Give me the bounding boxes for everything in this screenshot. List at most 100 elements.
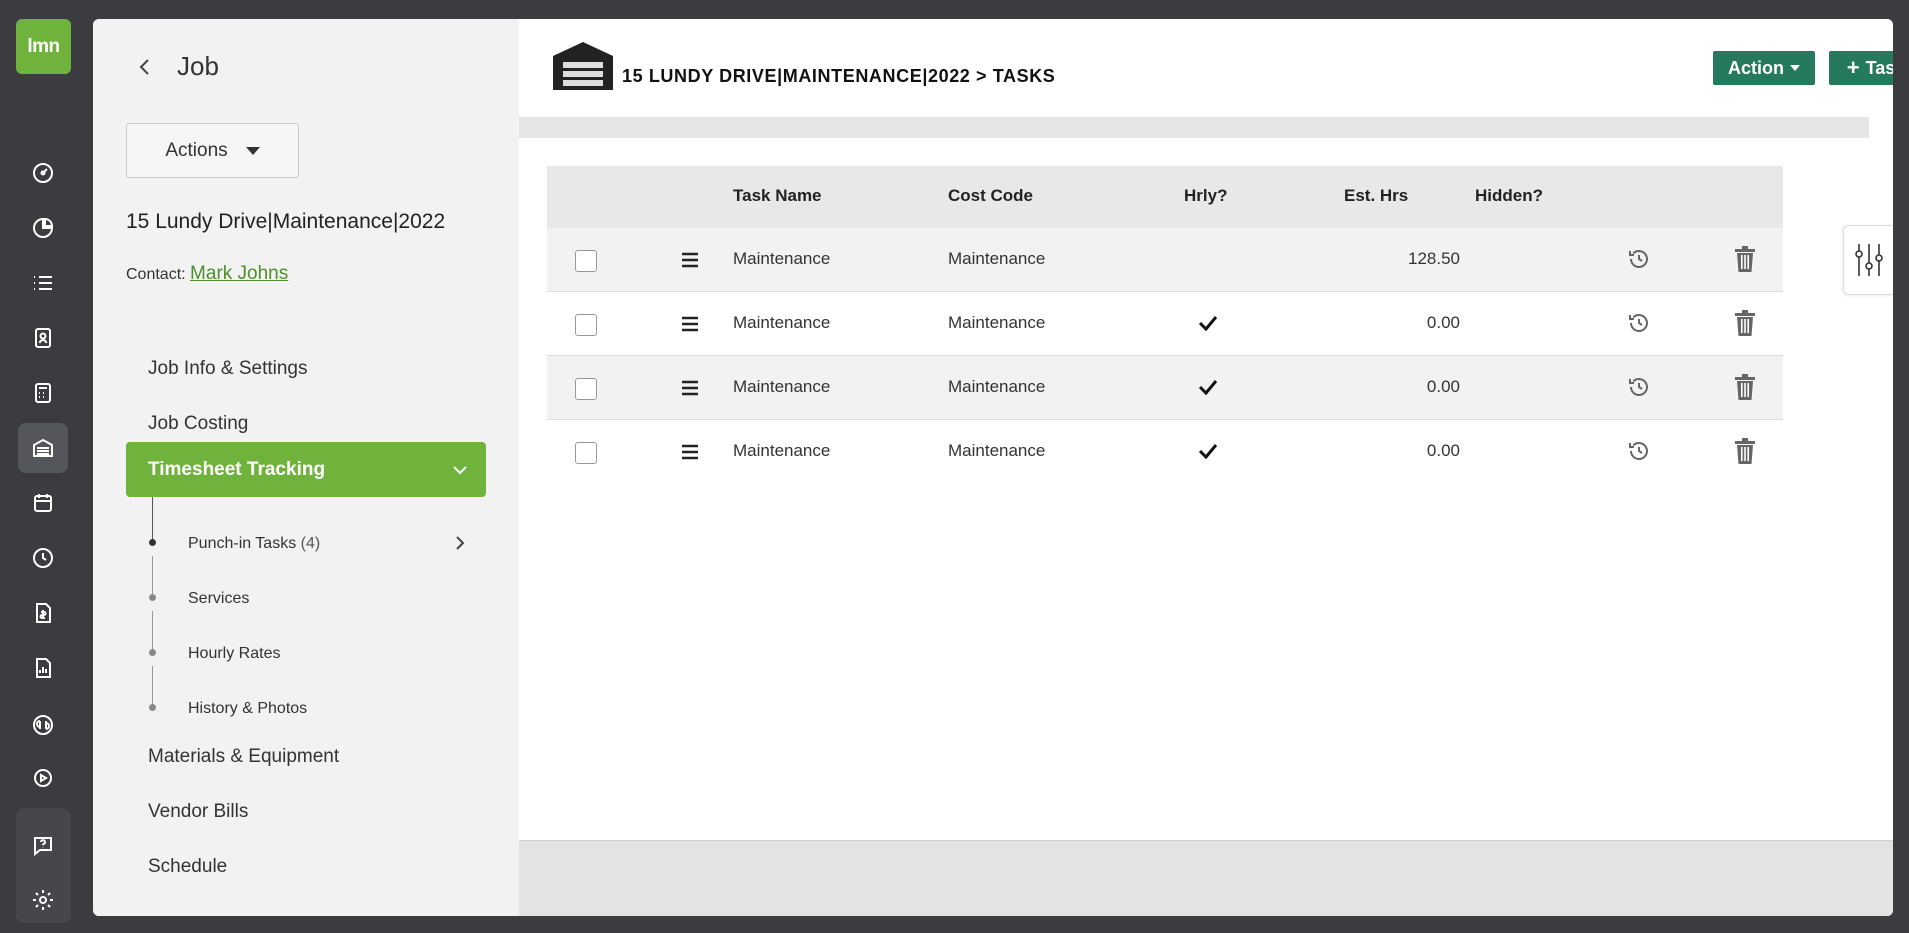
sub-hourly-rates[interactable]: Hourly Rates (188, 645, 280, 663)
toolbar-band (519, 117, 1869, 138)
footer-band (519, 840, 1893, 916)
history-icon[interactable] (1627, 375, 1651, 399)
table-row: Maintenance Maintenance 128.50 (547, 228, 1783, 292)
actions-label: Actions (165, 139, 228, 161)
col-hrly[interactable]: Hrly? (1184, 186, 1227, 206)
contact-label: Contact: (126, 266, 186, 283)
chevron-right-icon[interactable] (453, 534, 467, 552)
drag-handle-icon[interactable] (681, 380, 699, 396)
list-icon[interactable] (18, 258, 68, 308)
calendar-icon[interactable] (18, 478, 68, 528)
history-icon[interactable] (1627, 439, 1651, 463)
tree-dot (149, 594, 156, 601)
est-hrs-cell: 0.00 (1426, 313, 1460, 332)
trash-icon[interactable] (1734, 438, 1756, 464)
row-checkbox[interactable] (575, 250, 597, 272)
row-checkbox[interactable] (575, 314, 597, 336)
cost-code-cell: Maintenance (948, 313, 1046, 332)
punch-in-count: (4) (300, 535, 321, 552)
tree-line (152, 556, 153, 596)
actions-dropdown-button[interactable]: Actions (126, 123, 299, 178)
reports-icon[interactable] (18, 643, 68, 693)
nav-job-costing[interactable]: Job Costing (148, 413, 248, 435)
pie-chart-icon[interactable] (18, 203, 68, 253)
nav-job-info[interactable]: Job Info & Settings (148, 358, 308, 380)
action-dropdown-button[interactable]: Action (1713, 51, 1815, 85)
jobs-icon[interactable] (18, 423, 68, 473)
add-task-button[interactable]: + Task (1829, 51, 1893, 85)
contact-row: Contact: Mark Johns (126, 263, 288, 285)
dashboard-icon[interactable] (18, 148, 68, 198)
checkmark-icon (1198, 378, 1218, 396)
trash-icon[interactable] (1734, 310, 1756, 336)
sliders-icon (1854, 244, 1883, 276)
nav-vendor-bills[interactable]: Vendor Bills (148, 801, 248, 823)
app-window: Job Actions 15 Lundy Drive|Maintenance|2… (93, 19, 1893, 916)
caret-down-icon (1790, 65, 1800, 71)
trash-icon[interactable] (1734, 374, 1756, 400)
caret-down-icon (245, 146, 260, 155)
punch-in-label: Punch-in Tasks (188, 535, 297, 552)
cost-code-cell: Maintenance (948, 249, 1046, 268)
col-task-name[interactable]: Task Name (733, 186, 822, 206)
history-icon[interactable] (1627, 311, 1651, 335)
settings-gear-icon[interactable] (18, 875, 68, 925)
plus-icon: + (1846, 55, 1860, 80)
left-rail: lmn (0, 0, 87, 933)
play-icon[interactable] (18, 753, 68, 803)
est-hrs-cell: 0.00 (1426, 441, 1460, 460)
task-name-cell: Maintenance (733, 377, 831, 396)
breadcrumb: 15 LUNDY DRIVE|MAINTENANCE|2022 > TASKS (622, 66, 1056, 86)
cost-code-cell: Maintenance (948, 441, 1046, 460)
calculator-icon[interactable] (18, 368, 68, 418)
nav-schedule[interactable]: Schedule (148, 856, 227, 878)
building-icon (553, 42, 613, 90)
tree-dot-active (149, 539, 156, 546)
contacts-icon[interactable] (18, 313, 68, 363)
drag-handle-icon[interactable] (681, 252, 699, 268)
nav-timesheet-label: Timesheet Tracking (148, 458, 326, 480)
row-checkbox[interactable] (575, 378, 597, 400)
tree-dot (149, 649, 156, 656)
cost-code-cell: Maintenance (948, 377, 1046, 396)
table-row: Maintenance Maintenance 0.00 (547, 420, 1783, 484)
col-est-hrs[interactable]: Est. Hrs (1344, 186, 1408, 206)
job-side-panel: Job Actions 15 Lundy Drive|Maintenance|2… (93, 19, 519, 916)
back-row: Job (135, 51, 219, 82)
est-hrs-cell: 128.50 (1408, 249, 1460, 268)
task-name-cell: Maintenance (733, 249, 831, 268)
tree-line (152, 611, 153, 651)
quickbooks-icon[interactable] (18, 700, 68, 750)
drag-handle-icon[interactable] (681, 316, 699, 332)
nav-timesheet-tracking[interactable]: Timesheet Tracking (126, 442, 486, 497)
contact-link[interactable]: Mark Johns (190, 263, 288, 284)
task-label: Task (1865, 57, 1893, 78)
nav-materials-equipment[interactable]: Materials & Equipment (148, 746, 339, 768)
help-icon[interactable] (18, 820, 68, 870)
row-checkbox[interactable] (575, 442, 597, 464)
drag-handle-icon[interactable] (681, 444, 699, 460)
tasks-table: Task Name Cost Code Hrly? Est. Hrs Hidde… (547, 166, 1783, 484)
tree-line (152, 497, 153, 542)
sub-punch-in-tasks[interactable]: Punch-in Tasks (4) (188, 535, 320, 553)
tree-dot (149, 704, 156, 711)
task-name-cell: Maintenance (733, 441, 831, 460)
history-icon[interactable] (1627, 247, 1651, 271)
col-hidden[interactable]: Hidden? (1475, 186, 1543, 206)
side-title: Job (177, 51, 219, 81)
lmn-logo[interactable]: lmn (16, 19, 71, 74)
sub-history-photos[interactable]: History & Photos (188, 700, 307, 718)
invoice-icon[interactable] (18, 588, 68, 638)
est-hrs-cell: 0.00 (1426, 377, 1460, 396)
logo-text: lmn (27, 35, 60, 57)
back-chevron-icon[interactable] (135, 57, 155, 77)
column-settings-tab[interactable] (1843, 225, 1893, 295)
clock-icon[interactable] (18, 533, 68, 583)
table-row: Maintenance Maintenance 0.00 (547, 292, 1783, 356)
sub-services[interactable]: Services (188, 590, 249, 608)
table-row: Maintenance Maintenance 0.00 (547, 356, 1783, 420)
trash-icon[interactable] (1734, 246, 1756, 272)
main-content: 15 LUNDY DRIVE|MAINTENANCE|2022 > TASKS … (519, 19, 1893, 916)
col-cost-code[interactable]: Cost Code (948, 186, 1033, 206)
table-header: Task Name Cost Code Hrly? Est. Hrs Hidde… (547, 166, 1783, 228)
